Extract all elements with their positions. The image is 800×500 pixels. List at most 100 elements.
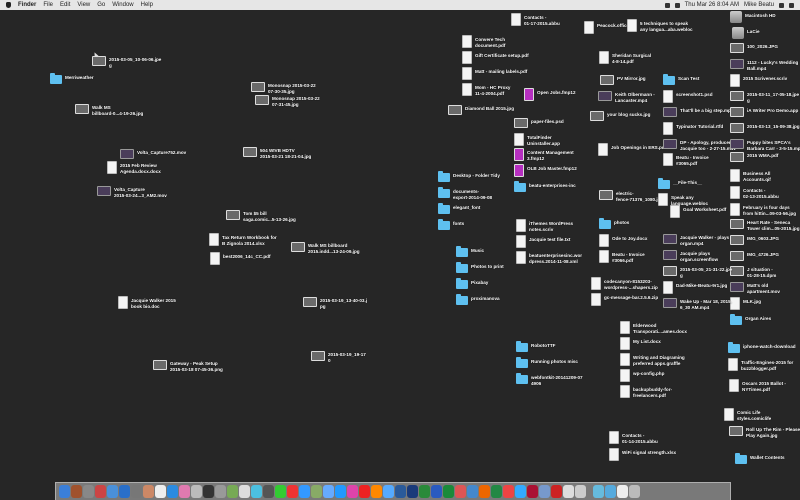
desktop-file[interactable]: Volta_Capture 2015-03-24...3_AM2.mov (97, 185, 167, 198)
desktop-file[interactable]: backupbuddy-for- freelancers.pdf (620, 385, 672, 398)
desktop-file[interactable]: Puppy bites SPCA's Barbara Carr - 3-5-15… (730, 138, 800, 151)
desktop-file[interactable]: Diamond Ball 2015.jpg (448, 104, 514, 115)
desktop-file[interactable]: Jacquie test file.txt (516, 235, 570, 248)
desktop-folder[interactable]: webfontkit-20141209-07 4906 (516, 373, 583, 386)
app-dock-icon[interactable] (455, 485, 466, 498)
menu-window[interactable]: Window (112, 2, 133, 8)
app-dock-icon[interactable] (203, 485, 214, 498)
app-dock-icon[interactable] (299, 485, 310, 498)
desktop-file[interactable]: your blog sucks.jpg (590, 110, 650, 121)
app-dock-icon[interactable] (119, 485, 130, 498)
desktop-file[interactable]: OLB Job Master.fmp12 (514, 164, 577, 177)
desktop-file[interactable]: Contacts - 01-14-2015.abbu (609, 431, 658, 444)
flag-icon[interactable] (674, 2, 680, 8)
desktop-folder[interactable]: Desktop - Folder Tidy (438, 171, 500, 182)
app-dock-icon[interactable] (539, 485, 550, 498)
desktop-file[interactable]: Matt - mailing labels.pdf (462, 67, 527, 80)
menu-edit[interactable]: Edit (60, 2, 70, 8)
desktop-folder[interactable]: Merriweather (50, 73, 94, 84)
app-dock-icon[interactable] (275, 485, 286, 498)
desktop-file[interactable]: Monosnap 2015-03-22 07-30-35.jpg (251, 81, 316, 94)
desktop-folder[interactable]: elegant_font (438, 203, 480, 214)
desktop-file[interactable]: Beatu - Invoice #3065.pdf (663, 153, 709, 166)
desktop-folder[interactable]: Running photos misc (516, 357, 578, 368)
trash-dock-icon[interactable] (629, 485, 640, 498)
desktop-folder[interactable]: beatu-enterprises-inc (514, 181, 576, 192)
desktop-folder[interactable]: RobotoTTF (516, 341, 556, 352)
app-dock-icon[interactable] (191, 485, 202, 498)
desktop-file[interactable]: Monosnap 2015-03-22 07-31-45.jpg (255, 94, 320, 107)
desktop-file[interactable]: iThemes WordPress notes.scriv (516, 219, 573, 232)
menu-finder[interactable]: Finder (18, 2, 36, 8)
menu-view[interactable]: View (77, 2, 90, 8)
desktop-file[interactable]: MLK.jpg (730, 297, 761, 310)
apple-menu-icon[interactable] (6, 2, 11, 8)
desktop-file[interactable]: beatuenterprisesinc.wor dpress.2014-11-0… (516, 251, 582, 264)
app-dock-icon[interactable] (419, 485, 430, 498)
desktop-file[interactable]: Comic Life styles.comiclife (724, 408, 771, 421)
app-dock-icon[interactable] (71, 485, 82, 498)
app-dock-icon[interactable] (155, 485, 166, 498)
app-dock-icon[interactable] (467, 485, 478, 498)
app-dock-icon[interactable] (443, 485, 454, 498)
desktop-file[interactable]: TotalFinder Uninstaller.app (514, 133, 560, 146)
desktop-file[interactable]: Volta_Capture752.mov (120, 148, 186, 159)
desktop-file[interactable]: My List.docx (620, 337, 661, 350)
app-dock-icon[interactable] (335, 485, 346, 498)
desktop-file[interactable]: Gateway - Peak Setup 2015-03-18 07-45-36… (153, 359, 223, 372)
desktop-folder[interactable]: Photos to print (456, 262, 504, 273)
desktop-folder[interactable]: Organ Aires (730, 314, 771, 325)
app-dock-icon[interactable] (239, 485, 250, 498)
desktop-file[interactable]: Open Jobs.fmp12 (524, 88, 576, 101)
app-dock-icon[interactable] (527, 485, 538, 498)
desktop-file[interactable]: Content Management 3.fmp12 (514, 148, 574, 161)
desktop-file[interactable]: Wake Up - Mar 18, 2015, 6_30 AM.mp4 (663, 297, 732, 310)
desktop-file[interactable]: 2015-03-11_17-05-18.jpe g (730, 90, 799, 103)
desktop-file[interactable]: Contacts - 02-13-2015.abbu (730, 186, 779, 199)
desktop-file[interactable]: Traffic-Engines-2015 for buzzblogger.pdf (728, 358, 793, 371)
app-dock-icon[interactable] (503, 485, 514, 498)
menu-help[interactable]: Help (141, 2, 153, 8)
desktop-folder[interactable]: fonts (438, 219, 464, 230)
desktop-folder[interactable]: proximanova (456, 294, 500, 305)
desktop-file[interactable]: Goal Worksheet.pdf (670, 205, 726, 218)
desktop-file[interactable]: Gift Certificate setup.pdf (462, 51, 529, 64)
app-dock-icon[interactable] (311, 485, 322, 498)
desktop-file[interactable]: Beatu - Invoice #3066.pdf (599, 250, 645, 263)
desktop-folder[interactable]: __File-This__ (658, 178, 702, 189)
desktop-file[interactable]: 2015 WMA.pdf (730, 151, 778, 162)
desktop-file[interactable]: 5 techniques to speak any langua...aba.w… (627, 19, 693, 32)
desktop-file[interactable]: paper-files.psd (514, 117, 564, 128)
desktop-file[interactable]: IMG_4726.JPG (730, 250, 779, 261)
wifi-icon[interactable] (664, 2, 670, 8)
desktop-file[interactable]: 504 WIVB HDTV 2015-03-21 18-21-04.jpg (243, 146, 311, 159)
desktop-file[interactable]: Dad-Mike-Beatu-9r1.jpg (663, 281, 727, 294)
spotlight-icon[interactable] (779, 2, 784, 8)
desktop-file[interactable]: Macintosh HD (730, 11, 776, 23)
desktop-file[interactable]: Tax Return Workbook for B Zignola 2014.x… (209, 233, 277, 246)
desktop-file[interactable]: Oscars 2015 Ballot - NYTimes.pdf (729, 379, 786, 392)
app-dock-icon[interactable] (605, 485, 616, 498)
app-dock-icon[interactable] (179, 485, 190, 498)
desktop-file[interactable]: Heart Rate - Seneca Tower clim...05-2015… (730, 218, 800, 231)
desktop-folder[interactable]: Pixabay (456, 278, 488, 289)
desktop-file[interactable]: LaCie (732, 27, 760, 39)
desktop-folder[interactable]: Scan Test (663, 74, 699, 85)
user-name[interactable]: Mike Beatu (744, 2, 774, 8)
app-dock-icon[interactable] (287, 485, 298, 498)
app-dock-icon[interactable] (323, 485, 334, 498)
desktop-file[interactable]: That'll be a big step.mp4 (663, 106, 733, 117)
menu-go[interactable]: Go (97, 2, 105, 8)
app-dock-icon[interactable] (131, 485, 142, 498)
desktop-file[interactable]: screenshot1.psd (663, 90, 713, 103)
desktop-file[interactable]: DP - Apology, producer, Jacquie too - 2-… (663, 138, 736, 151)
desktop-file[interactable]: 2015-03-13_15-09-38.jpg (730, 122, 800, 133)
desktop-file[interactable]: 2015-03-05_10-06-06.jpe g (92, 55, 161, 68)
desktop-file[interactable]: Walk MS billboard-0...4-19-26.jpg (75, 103, 143, 116)
app-dock-icon[interactable] (143, 485, 154, 498)
desktop-folder[interactable]: Music (456, 246, 484, 257)
desktop-folder[interactable]: iphone-watch-download (728, 342, 796, 353)
desktop-file[interactable]: electric- fence-71376_1080.jpg (599, 189, 663, 202)
desktop-file[interactable]: Business All Accounts.qif (730, 169, 771, 182)
app-dock-icon[interactable] (227, 485, 238, 498)
